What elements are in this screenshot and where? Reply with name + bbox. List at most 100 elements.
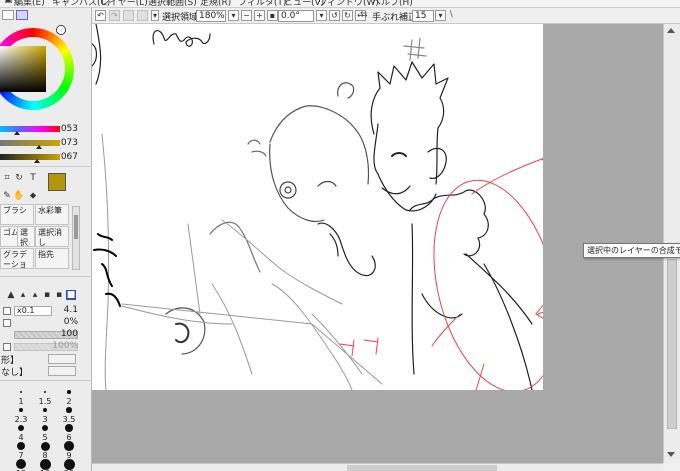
zoom-field[interactable]: 180% [196, 10, 226, 22]
size-multiplier-field[interactable]: x0.1 [14, 306, 52, 316]
menu-edit[interactable]: 編集(E) [14, 0, 45, 8]
menu-icon[interactable]: ▣ [4, 0, 13, 5]
canvas-toolbar: ↶ ↷ ▾ 選択領域 180% ▾ − + ▪ 0.0° ▾ ↺ ↻ ↔ ⇆ 手… [92, 8, 680, 24]
density-value: 100 [60, 329, 78, 339]
brush-cell-watercolor[interactable]: 水彩筆 [35, 204, 69, 225]
selection-area-label: 選択領域 [162, 13, 199, 23]
rgb-slider-tab[interactable] [16, 10, 28, 20]
menu-bar: ▣ 編集(E) キャンバス(C) レイヤー(L) 選択範囲(S) 定規(R) フ… [0, 0, 680, 8]
brush-cell-brush[interactable]: ブラシ [0, 204, 34, 225]
shape-triangle-icon[interactable]: ▲ [6, 290, 16, 300]
rotate-left-button[interactable]: ↺ [329, 10, 340, 21]
stabilizer-label: 手ぶれ補正 [372, 13, 418, 23]
hue-marker[interactable] [57, 26, 65, 34]
shape-dot-icon-2[interactable]: ▴ [30, 290, 40, 300]
brush-size-dot[interactable] [43, 390, 47, 394]
rotate-right-button[interactable]: ↻ [342, 10, 353, 21]
brush-edge-select-row: なし】 [0, 365, 92, 378]
zoom-dropdown-button[interactable]: ▾ [228, 10, 239, 21]
density-checkbox[interactable] [3, 343, 11, 351]
zoom-reset-button[interactable]: ▪ [267, 10, 278, 21]
canvas-workspace[interactable] [92, 24, 663, 463]
zoom-out-button[interactable]: − [241, 10, 252, 21]
color-wheel-tab[interactable] [2, 10, 14, 20]
fill-tool-icon[interactable]: ⬥ [26, 189, 40, 203]
green-value: 073 [60, 138, 78, 148]
blue-slider[interactable]: 067 [0, 152, 92, 163]
brush-tool-grid: ブラシ 水彩筆 ゴム 選択ペン 選択消し グラデーション 指先 [0, 204, 70, 270]
brush-cell-select-erase[interactable]: 選択消し [35, 226, 69, 247]
brush-size-presets: 11.522.333.5456789121620 [0, 386, 92, 471]
density-row: 100 [0, 329, 92, 341]
brush-cell-finger[interactable]: 指先 [35, 248, 69, 269]
text-tool-icon[interactable]: T [26, 171, 40, 185]
brush-edge-label[interactable]: なし】 [1, 365, 28, 378]
menu-window[interactable]: ウィンドウ(W) [318, 0, 379, 8]
brush-size-dot[interactable] [66, 407, 72, 413]
brush-size-label: 2 [66, 397, 72, 406]
brush-cell-select-pen[interactable]: 選択ペン [17, 226, 35, 247]
layer-blend-mode-tooltip: 選択中のレイヤーの合成モードを暫 [583, 243, 680, 258]
menu-filter[interactable]: フィルタ(T) [238, 0, 286, 8]
brush-cell-gradation[interactable]: グラデーション [0, 248, 34, 269]
vertical-scroll-thumb[interactable] [667, 259, 677, 429]
blue-value: 067 [60, 152, 78, 162]
rotate-tool-icon[interactable]: ↻ [12, 171, 26, 185]
brush-size-dot[interactable] [67, 390, 71, 394]
horizontal-scrollbar[interactable] [92, 463, 663, 471]
hand-tool-icon[interactable]: ✋ [12, 189, 26, 203]
scroll-up-icon[interactable] [667, 28, 675, 33]
green-slider[interactable]: 073 [0, 138, 92, 149]
brush-size-label: 1.5 [38, 397, 52, 406]
red-slider[interactable]: 053 [0, 124, 92, 135]
drawing-canvas[interactable] [92, 24, 543, 390]
zoom-in-button[interactable]: + [254, 10, 265, 21]
deselect-button[interactable] [123, 10, 134, 21]
stabilizer-field[interactable]: 15 [412, 10, 434, 22]
color-mode-tabs [0, 10, 92, 20]
brush-size-dot[interactable] [20, 391, 22, 393]
shape-dot-icon[interactable]: ▴ [18, 290, 28, 300]
min-size-row: 0% [0, 317, 92, 329]
menu-ruler[interactable]: 定規(R) [200, 0, 231, 8]
selection-checkbox[interactable]: ▾ [151, 10, 159, 21]
rotation-field[interactable]: 0.0° [278, 10, 314, 22]
brush-size-label: 1 [18, 397, 24, 406]
rotation-dropdown-button[interactable]: ▾ [316, 10, 327, 21]
stabilizer-dropdown-button[interactable]: ▾ [435, 10, 446, 21]
invert-selection-button[interactable] [137, 10, 148, 21]
shape-dot-icon-3[interactable]: ▪ [42, 290, 52, 300]
tool-row-2: ✎ ✋ ⬥ [0, 189, 92, 205]
brush-shape-row: ▲ ▴ ▴ ▪ ▪ ■ [0, 288, 92, 302]
density-full-row: 100% [0, 341, 92, 353]
shape-selected-icon[interactable]: ■ [66, 290, 76, 300]
brush-size-dot[interactable] [16, 441, 26, 451]
horizontal-scroll-thumb[interactable] [347, 465, 497, 471]
red-value: 053 [60, 124, 78, 134]
scroll-down-icon[interactable] [667, 452, 675, 457]
menu-layer[interactable]: レイヤー(L) [100, 0, 148, 8]
brush-size-dot[interactable] [65, 424, 73, 432]
brush-size-dot[interactable] [41, 424, 49, 432]
shape-dot-icon-4[interactable]: ▪ [54, 290, 64, 300]
brush-shape-select[interactable] [48, 354, 76, 364]
brush-size-dot[interactable] [18, 407, 24, 413]
flip-icon[interactable]: ⇆ [360, 10, 368, 20]
sketch-artwork [92, 24, 543, 390]
size-checkbox[interactable] [3, 307, 11, 315]
paint-tool-sai-window: ▣ 編集(E) キャンバス(C) レイヤー(L) 選択範囲(S) 定規(R) フ… [0, 0, 680, 471]
brush-edge-select[interactable] [48, 366, 76, 376]
redo-button[interactable]: ↷ [109, 10, 120, 21]
menu-help[interactable]: ヘルプ(H) [372, 0, 413, 8]
pen-pressure-icon[interactable]: ∖ [448, 10, 454, 20]
brush-size-dot[interactable] [42, 407, 48, 413]
menu-selection[interactable]: 選択範囲(S) [148, 0, 197, 8]
brush-grid-scrollbar[interactable] [72, 206, 80, 270]
undo-button[interactable]: ↶ [95, 10, 106, 21]
saturation-value-square[interactable] [0, 46, 46, 92]
min-size-checkbox[interactable] [3, 319, 11, 327]
left-tool-panel: 053 073 067 ⌗ ↻ T ✎ ✋ ⬥ ブラシ 水彩筆 ゴム 選択 選択… [0, 8, 92, 471]
density-full-value: 100% [52, 341, 78, 351]
brush-size-dot[interactable] [17, 424, 25, 432]
brush-size-row: x0.1 4.1 [0, 305, 92, 317]
